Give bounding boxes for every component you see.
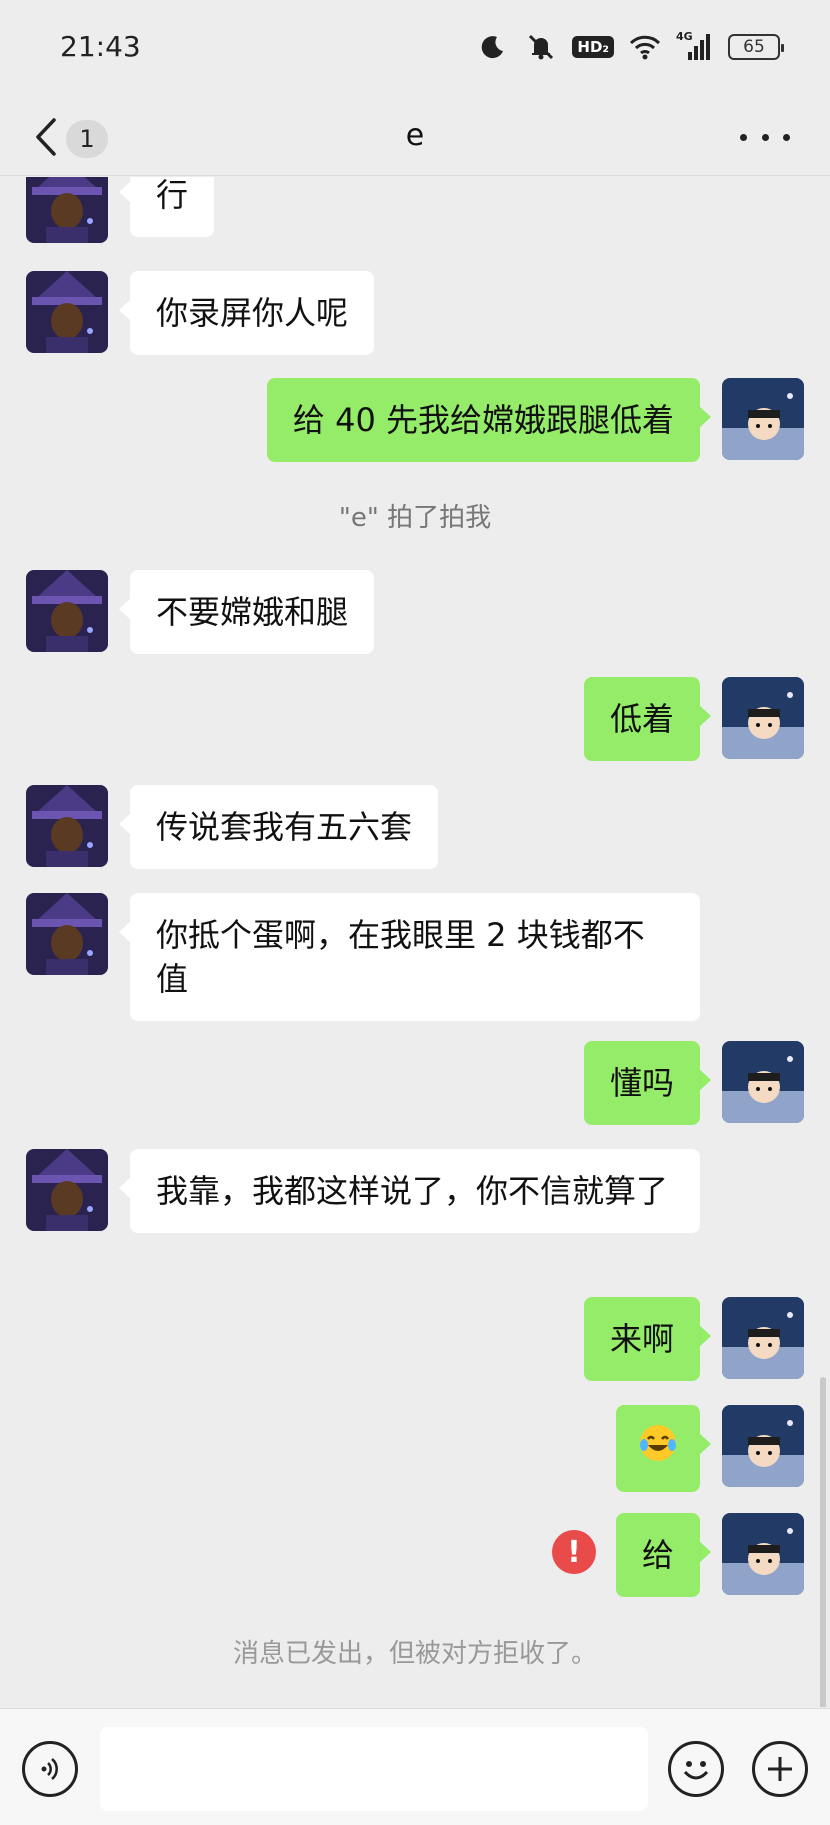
my-avatar[interactable]: [722, 677, 804, 759]
outgoing-message-bubble[interactable]: 低着: [583, 677, 712, 761]
incoming-message-bubble[interactable]: 行: [118, 177, 215, 237]
contact-avatar[interactable]: [26, 570, 108, 652]
voice-input-button[interactable]: [22, 1741, 78, 1797]
signal-icon: 4G: [676, 30, 714, 64]
contact-avatar[interactable]: [26, 893, 108, 975]
battery-icon: 65: [728, 34, 784, 60]
outgoing-emoji-bubble[interactable]: [616, 1405, 711, 1492]
hd-icon: HD₂: [572, 36, 614, 58]
battery-level: 65: [743, 37, 765, 57]
more-actions-button[interactable]: [752, 1741, 808, 1797]
laughing-crying-emoji-icon: [638, 1423, 678, 1463]
incoming-message-bubble[interactable]: 你抵个蛋啊，在我眼里 2 块钱都不值: [119, 893, 700, 1021]
send-failed-icon[interactable]: !: [552, 1530, 596, 1574]
wifi-icon: [628, 30, 662, 64]
my-avatar[interactable]: [722, 1405, 804, 1487]
contact-avatar[interactable]: [26, 271, 108, 353]
incoming-message-bubble[interactable]: 传说套我有五六套: [118, 785, 439, 869]
my-avatar[interactable]: [722, 378, 804, 460]
moon-icon: [476, 30, 510, 64]
rejected-notice: 消息已发出，但被对方拒收了。: [232, 1639, 597, 1669]
contact-avatar[interactable]: [26, 785, 108, 867]
network-type-label: 4G: [676, 30, 693, 43]
chat-title: e: [405, 118, 425, 153]
status-icons: HD₂ 4G 65: [476, 30, 784, 64]
pat-notice: "e" 拍了拍我: [338, 503, 492, 533]
emoji-button[interactable]: [668, 1741, 724, 1797]
contact-avatar[interactable]: [26, 177, 108, 243]
incoming-message-bubble[interactable]: 不要嫦娥和腿: [118, 570, 375, 654]
incoming-message-bubble[interactable]: 你录屏你人呢: [118, 271, 375, 355]
message-list[interactable]: 行 你录屏你人呢 给 40 先我给嫦娥跟腿低着 "e" 拍了拍我 不要嫦娥和腿 …: [0, 177, 830, 1707]
outgoing-message-bubble[interactable]: 给: [615, 1513, 712, 1597]
outgoing-message-bubble[interactable]: 给 40 先我给嫦娥跟腿低着: [266, 378, 712, 462]
scrollbar[interactable]: [820, 1377, 826, 1707]
outgoing-message-bubble[interactable]: 来啊: [583, 1297, 712, 1381]
bell-muted-icon: [524, 30, 558, 64]
outgoing-message-bubble[interactable]: 懂吗: [583, 1041, 712, 1125]
incoming-message-bubble[interactable]: 我靠，我都这样说了，你不信就算了: [119, 1149, 700, 1233]
my-avatar[interactable]: [722, 1513, 804, 1595]
status-bar: 21:43 HD₂ 4G 65: [0, 0, 830, 100]
my-avatar[interactable]: [722, 1041, 804, 1123]
my-avatar[interactable]: [722, 1297, 804, 1379]
more-options-icon[interactable]: [740, 122, 790, 152]
input-bar: [0, 1708, 830, 1825]
message-input[interactable]: [100, 1727, 648, 1811]
status-time: 21:43: [60, 30, 141, 63]
chat-header: 1 e: [0, 100, 830, 176]
contact-avatar[interactable]: [26, 1149, 108, 1231]
